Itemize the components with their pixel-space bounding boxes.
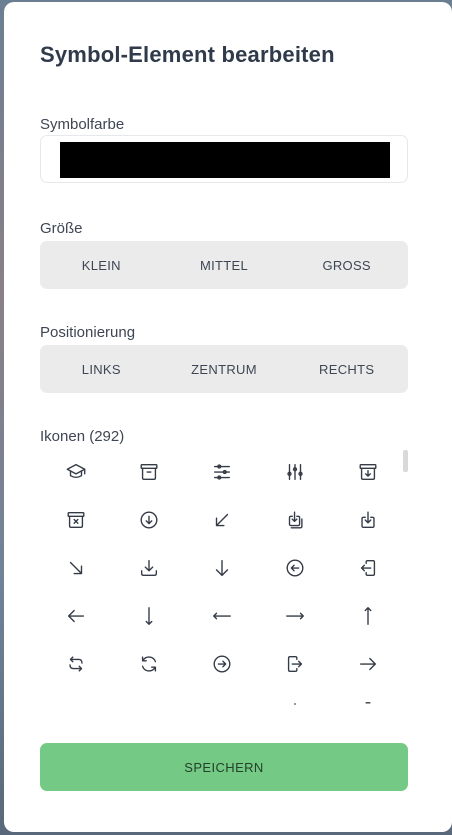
position-segmented-control: LINKS ZENTRUM RECHTS (40, 345, 408, 393)
arrow-path-rounded-square-icon[interactable] (40, 640, 112, 688)
partial-icon[interactable] (40, 688, 112, 706)
icons-label: Ikonen (292) (40, 428, 125, 445)
arrow-down-tray-icon[interactable] (112, 544, 185, 592)
color-swatch[interactable] (60, 142, 390, 178)
arrow-right-on-rectangle-icon[interactable] (258, 640, 331, 688)
arrow-path-icon[interactable] (112, 640, 185, 688)
position-option-left[interactable]: LINKS (40, 345, 163, 393)
symbol-color-label: Symbolfarbe (40, 116, 125, 133)
arrow-right-icon[interactable] (331, 640, 404, 688)
arrow-down-circle-icon[interactable] (112, 496, 185, 544)
positioning-label: Positionierung (40, 324, 136, 341)
archive-box-arrow-down-icon[interactable] (331, 448, 404, 496)
position-option-center[interactable]: ZENTRUM (163, 345, 286, 393)
partial-icon[interactable] (185, 688, 258, 706)
size-option-large[interactable]: GROSS (285, 241, 408, 289)
size-segmented-control: KLEIN MITTEL GROSS (40, 241, 408, 289)
adjustments-vertical-icon[interactable] (258, 448, 331, 496)
dialog-title: Symbol-Element bearbeiten (40, 42, 335, 67)
icon-grid (40, 448, 408, 706)
icon-picker-list[interactable] (40, 448, 408, 706)
arrow-down-on-square-stack-icon[interactable] (258, 496, 331, 544)
symbol-color-picker[interactable] (40, 135, 408, 183)
graduation-cap-icon[interactable] (40, 448, 112, 496)
archive-box-x-mark-icon[interactable] (40, 496, 112, 544)
arrow-long-up-icon[interactable] (331, 592, 404, 640)
arrow-down-on-square-icon[interactable] (331, 496, 404, 544)
arrow-left-on-rectangle-icon[interactable] (331, 544, 404, 592)
partial-icon[interactable] (258, 688, 331, 706)
icon-list-scrollbar[interactable] (403, 450, 408, 472)
partial-icon[interactable] (112, 688, 185, 706)
arrow-right-circle-icon[interactable] (185, 640, 258, 688)
size-option-medium[interactable]: MITTEL (163, 241, 286, 289)
arrow-down-icon[interactable] (185, 544, 258, 592)
position-option-right[interactable]: RECHTS (285, 345, 408, 393)
adjustments-horizontal-icon[interactable] (185, 448, 258, 496)
arrow-down-right-icon[interactable] (40, 544, 112, 592)
partial-icon[interactable] (331, 688, 404, 706)
arrow-left-icon[interactable] (40, 592, 112, 640)
arrow-long-down-icon[interactable] (112, 592, 185, 640)
save-button[interactable]: SPEICHERN (40, 743, 408, 791)
arrow-left-circle-icon[interactable] (258, 544, 331, 592)
archive-box-icon[interactable] (112, 448, 185, 496)
arrow-long-right-icon[interactable] (258, 592, 331, 640)
size-label: Größe (40, 220, 83, 237)
arrow-down-left-icon[interactable] (185, 496, 258, 544)
arrow-long-left-icon[interactable] (185, 592, 258, 640)
size-option-small[interactable]: KLEIN (40, 241, 163, 289)
